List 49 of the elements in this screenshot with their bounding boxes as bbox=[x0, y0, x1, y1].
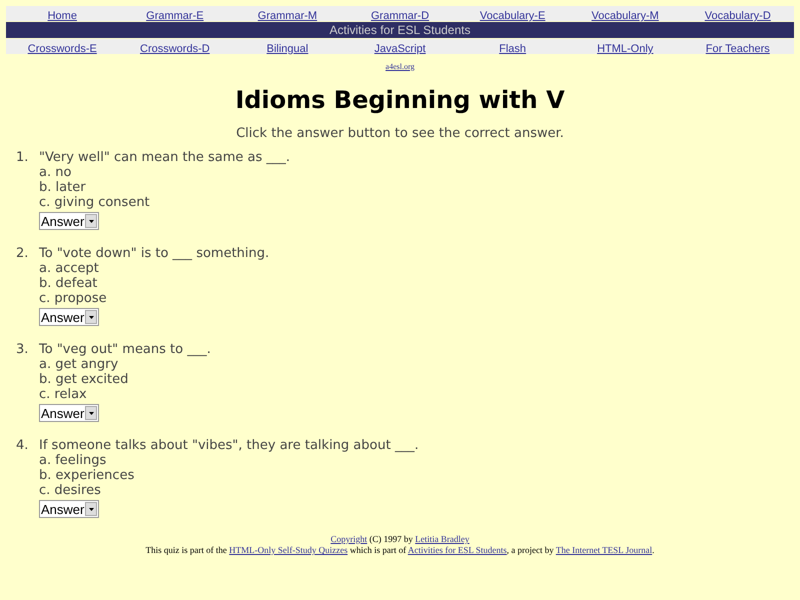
nav-link[interactable]: Grammar-M bbox=[258, 10, 318, 22]
footer-link[interactable]: HTML-Only Self-Study Quizzes bbox=[229, 545, 348, 555]
nav-link[interactable]: For Teachers bbox=[706, 43, 770, 55]
nav-link[interactable]: Bilingual bbox=[266, 43, 308, 55]
nav-link[interactable]: Vocabulary-E bbox=[480, 10, 546, 22]
answer-option: c. propose bbox=[39, 291, 794, 306]
question-number: 2. bbox=[16, 246, 30, 261]
site-link[interactable]: a4esl.org bbox=[386, 62, 414, 71]
question-number: 4. bbox=[16, 438, 30, 453]
answer-option: b. later bbox=[39, 180, 794, 195]
answer-option: a. get angry bbox=[39, 357, 794, 372]
nav-link[interactable]: Crosswords-D bbox=[140, 43, 210, 55]
answer-dropdown[interactable]: Answer bbox=[39, 308, 100, 326]
footer-text: Copyright (C) 1997 by Letitia Bradley bbox=[330, 534, 470, 545]
nav-link[interactable]: Grammar-D bbox=[370, 10, 430, 22]
answer-option: c. desires bbox=[39, 483, 794, 498]
question-number: 3. bbox=[16, 342, 30, 357]
nav-link[interactable]: Vocabulary-M bbox=[592, 10, 659, 22]
question-number: 1. bbox=[16, 150, 30, 165]
nav-link[interactable]: Home bbox=[48, 10, 77, 22]
instructions-text: Click the answer button to see the correct answer. bbox=[235, 126, 565, 141]
footer-text: This quiz is part of the HTML-Only Self-Study Quizzes which is part of Activities for ESL Students, a project by The Internet TESL Journal. bbox=[144, 545, 656, 556]
answer-option: a. accept bbox=[39, 261, 794, 276]
nav-link[interactable]: HTML-Only bbox=[597, 43, 654, 55]
question-text: "Very well" can mean the same as ___. bbox=[39, 150, 290, 165]
answer-dropdown[interactable]: Answer bbox=[39, 212, 100, 230]
footer-link[interactable]: Copyright bbox=[330, 534, 368, 544]
nav-link[interactable]: Vocabulary-D bbox=[704, 10, 771, 22]
nav-link[interactable]: Flash bbox=[499, 43, 526, 55]
nav-link[interactable]: Crosswords-E bbox=[28, 43, 97, 55]
footer-link[interactable]: The Internet TESL Journal bbox=[556, 545, 652, 555]
answer-option: a. no bbox=[39, 165, 794, 180]
question-text: To "veg out" means to ___. bbox=[39, 342, 211, 357]
nav-link[interactable]: JavaScript bbox=[374, 43, 426, 55]
answer-option: b. experiences bbox=[39, 468, 794, 483]
question-text: To "vote down" is to ___ something. bbox=[39, 246, 270, 261]
banner-title: Activities for ESL Students bbox=[330, 23, 470, 37]
answer-dropdown[interactable]: Answer bbox=[39, 404, 100, 422]
answer-option: c. giving consent bbox=[39, 195, 794, 210]
answer-option: c. relax bbox=[39, 387, 794, 402]
footer-link[interactable]: Activities for ESL Students bbox=[408, 545, 507, 555]
answer-option: b. defeat bbox=[39, 276, 794, 291]
nav-link[interactable]: Grammar-E bbox=[146, 10, 204, 22]
footer-link[interactable]: Letitia Bradley bbox=[415, 534, 470, 544]
answer-dropdown[interactable]: Answer bbox=[39, 500, 100, 518]
answer-option: a. feelings bbox=[39, 453, 794, 468]
question-text: If someone talks about "vibes", they are talking about ___. bbox=[39, 438, 419, 453]
page-title: Idioms Beginning with V bbox=[234, 85, 566, 116]
answer-option: b. get excited bbox=[39, 372, 794, 387]
